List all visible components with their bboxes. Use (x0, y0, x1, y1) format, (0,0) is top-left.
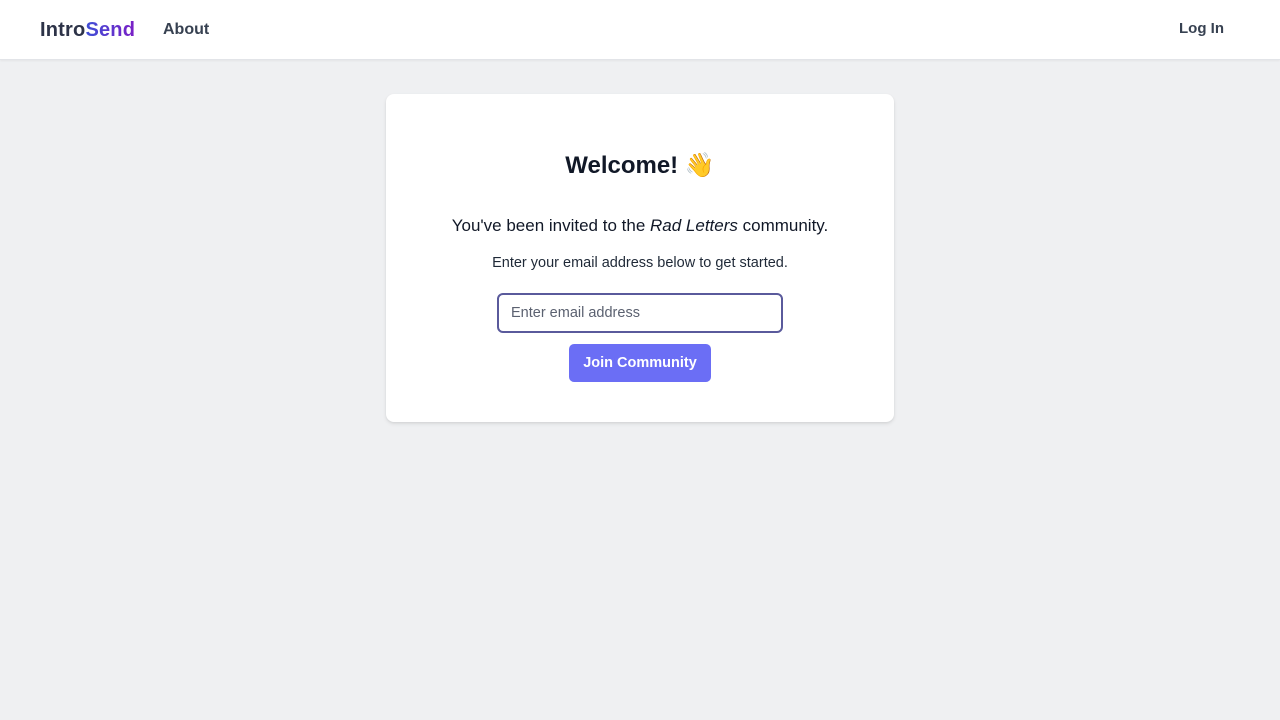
join-community-button[interactable]: Join Community (569, 344, 711, 382)
waving-hand-icon: 👋 (684, 151, 715, 179)
invite-message: You've been invited to the Rad Letters c… (386, 215, 894, 237)
invite-suffix: community. (737, 216, 829, 235)
login-link[interactable]: Log In (1179, 19, 1224, 39)
invite-card: Welcome! 👋 You've been invited to the Ra… (386, 94, 894, 422)
nav-about-link[interactable]: About (163, 20, 209, 40)
invite-prefix: You've been invited to the (451, 216, 650, 235)
community-name: Rad Letters (650, 216, 738, 235)
logo-link[interactable]: IntroSend (40, 18, 135, 42)
logo-text-intro: Intro (40, 19, 86, 41)
welcome-text: Welcome! (565, 152, 679, 179)
top-navbar: IntroSend About Log In (0, 0, 1280, 60)
email-input[interactable] (497, 293, 783, 333)
instructions-text: Enter your email address below to get st… (492, 255, 788, 271)
welcome-heading: Welcome! 👋 (386, 150, 894, 181)
logo-text-send: Send (85, 19, 136, 41)
